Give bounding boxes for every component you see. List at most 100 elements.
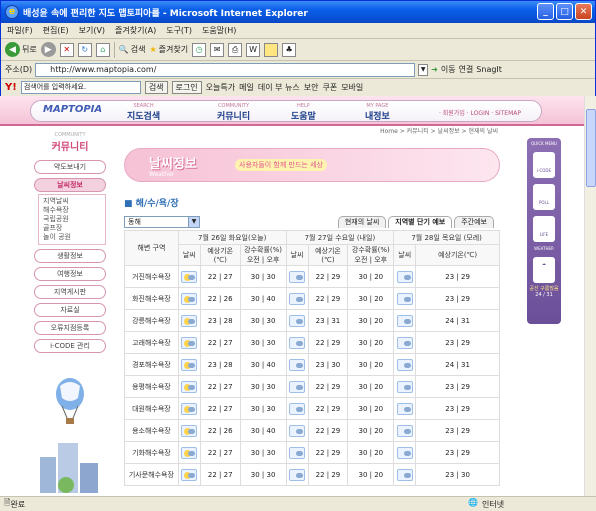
menu-help[interactable]: 도움말(H) xyxy=(202,25,236,36)
menu-file[interactable]: 파일(F) xyxy=(7,25,33,36)
scrollbar-thumb[interactable] xyxy=(586,109,596,187)
quick-icode-button[interactable]: i-CODE xyxy=(533,152,555,178)
region-select-value: 동해 xyxy=(128,218,141,226)
address-input[interactable]: http://www.maptopia.com/ xyxy=(35,62,416,77)
snagit-button[interactable]: SnagIt xyxy=(476,65,502,74)
yahoo-item-deal[interactable]: 오늘특가 xyxy=(206,82,235,93)
site-logo[interactable]: MAPTOPIA xyxy=(43,104,102,115)
tab-regional-short[interactable]: 지역별 단기 예보 xyxy=(388,216,453,228)
messenger-icon[interactable]: ♣ xyxy=(282,42,297,57)
temp-day2: 23 | 31 xyxy=(307,309,349,332)
go-button[interactable]: 이동 xyxy=(441,64,456,75)
weather-cell xyxy=(177,353,201,376)
table-row: 경포해수욕장 23 | 28 30 | 40 23 | 30 30 | 20 24 | 3… xyxy=(124,353,500,376)
sidebar-item-map-send[interactable]: 약도보내기 xyxy=(34,160,106,174)
header-temp: 예상기온(℃) xyxy=(199,244,241,266)
sidebar-item-icode[interactable]: i-CODE 관리 xyxy=(34,339,106,353)
forward-button[interactable]: ▶ xyxy=(40,41,56,59)
weather-icon-sun xyxy=(181,424,198,437)
sidebar-item-error-report[interactable]: 오류지점등록 xyxy=(34,321,106,335)
weather-icon-rain xyxy=(396,270,413,283)
quick-poll-button[interactable]: POLL xyxy=(533,184,555,210)
temp-day2: 22 | 29 xyxy=(307,331,349,354)
nav-map-search[interactable]: SEARCH 지도검색 xyxy=(127,103,160,122)
weather-cell xyxy=(393,287,417,310)
minimize-button[interactable]: _ xyxy=(537,3,554,20)
cloud-icon: ☁ xyxy=(533,257,555,283)
weather-icon-rain xyxy=(396,446,413,459)
rain-day2: 30 | 20 xyxy=(347,419,395,442)
yahoo-item-coupon[interactable]: 쿠폰 xyxy=(322,82,337,93)
favorites-label: 즐겨찾기 xyxy=(158,45,189,54)
home-icon[interactable]: ⌂ xyxy=(95,42,110,57)
region-select[interactable]: 동해 ▼ xyxy=(124,216,200,228)
go-arrow-icon[interactable]: ➜ xyxy=(431,65,438,74)
temp-day3: 23 | 29 xyxy=(415,265,500,288)
sidebar-item-life[interactable]: 생활정보 xyxy=(34,249,106,263)
breadcrumb: Home > 커뮤니티 > 날씨정보 > 현재의 날씨 xyxy=(380,128,498,135)
yahoo-item-mobile[interactable]: 모바일 xyxy=(341,82,363,93)
history-icon[interactable]: ◷ xyxy=(192,42,207,57)
weather-cell xyxy=(393,441,417,464)
folder-icon[interactable] xyxy=(264,42,279,57)
menu-view[interactable]: 보기(V) xyxy=(79,25,105,36)
search-button[interactable]: 🔍 검색 xyxy=(119,41,146,59)
weather-icon-sun xyxy=(181,468,198,481)
temp-day1: 22 | 27 xyxy=(199,441,241,464)
tab-weekly[interactable]: 주간예보 xyxy=(454,216,494,228)
forecast-tabs: 현재의 날씨 지역별 단기 예보 주간예보 xyxy=(337,216,494,228)
stop-icon[interactable]: ✕ xyxy=(59,42,74,57)
submenu-beach[interactable]: 해수욕장 xyxy=(43,206,105,215)
rain-day1: 30 | 30 xyxy=(239,265,287,288)
links-button[interactable]: 연결 xyxy=(459,64,474,75)
print-icon[interactable]: ⎙ xyxy=(228,42,243,57)
weather-cell xyxy=(393,397,417,420)
yahoo-search-input[interactable]: 검색어를 입력하세요. xyxy=(20,81,141,94)
temp-day1: 23 | 28 xyxy=(199,353,241,376)
edit-icon[interactable]: W xyxy=(246,42,261,57)
top-links[interactable]: · 회원가입 · LOGIN · SITEMAP xyxy=(439,108,521,117)
yahoo-login-button[interactable]: 로그인 xyxy=(171,81,202,94)
submenu-amusement[interactable]: 놀이 공원 xyxy=(43,233,105,242)
yahoo-item-mail[interactable]: 메일 xyxy=(239,82,254,93)
back-button[interactable]: ◀ 뒤로 xyxy=(5,41,37,59)
table-row: 고래해수욕장 22 | 27 30 | 30 22 | 29 30 | 20 23 | 2… xyxy=(124,331,500,354)
menu-edit[interactable]: 편집(E) xyxy=(43,25,69,36)
temp-day3: 23 | 29 xyxy=(415,331,500,354)
table-row: 기사문해수욕장 22 | 27 30 | 30 22 | 29 30 | 20 23 | … xyxy=(124,463,500,486)
rain-day1: 30 | 30 xyxy=(239,463,287,486)
menu-favorites[interactable]: 즐겨찾기(A) xyxy=(115,25,156,36)
address-dropdown-icon[interactable]: ▼ xyxy=(418,63,429,76)
submenu-park[interactable]: 국립공원 xyxy=(43,215,105,224)
refresh-icon[interactable]: ↻ xyxy=(77,42,92,57)
nav-mypage[interactable]: MY PAGE 내정보 xyxy=(365,103,390,122)
mail-icon[interactable]: ✉ xyxy=(210,42,225,57)
tab-current[interactable]: 현재의 날씨 xyxy=(337,216,387,228)
submenu-regional[interactable]: 지역날씨 xyxy=(43,197,105,206)
star-icon: ★ xyxy=(149,45,157,54)
sidebar-item-weather[interactable]: 날씨정보 xyxy=(34,178,106,192)
close-button[interactable]: ✕ xyxy=(575,3,592,20)
yahoo-logo-icon[interactable]: Y! xyxy=(5,82,17,93)
nav-community[interactable]: COMMUNITY 커뮤니티 xyxy=(217,103,250,122)
submenu-golf[interactable]: 골프장 xyxy=(43,224,105,233)
yahoo-item-security[interactable]: 보안 xyxy=(304,82,319,93)
buildings-illustration-icon xyxy=(40,443,98,493)
header-rain: 강수확률(%) 오전 | 오후 xyxy=(239,244,287,266)
vertical-scrollbar[interactable] xyxy=(584,96,596,496)
maximize-button[interactable]: □ xyxy=(556,3,573,20)
temp-day1: 22 | 27 xyxy=(199,331,241,354)
yahoo-search-button[interactable]: 검색 xyxy=(144,81,168,94)
favorites-button[interactable]: ★ 즐겨찾기 xyxy=(149,41,188,59)
page-content: MAPTOPIA SEARCH 지도검색 COMMUNITY 커뮤니티 HELP 도움… xyxy=(0,96,584,496)
sidebar-item-board[interactable]: 지역게시판 xyxy=(34,285,106,299)
back-label: 뒤로 xyxy=(22,45,37,54)
yahoo-item-news[interactable]: 데이 부 뉴스 xyxy=(258,82,300,93)
menu-tools[interactable]: 도구(T) xyxy=(166,25,192,36)
quick-life-button[interactable]: LIFE xyxy=(533,216,555,242)
address-url: http://www.maptopia.com/ xyxy=(50,64,157,74)
sidebar-item-travel[interactable]: 여행정보 xyxy=(34,267,106,281)
sidebar-item-archive[interactable]: 자료실 xyxy=(34,303,106,317)
nav-help[interactable]: HELP 도움말 xyxy=(291,103,316,122)
weather-icon-sun xyxy=(181,446,198,459)
